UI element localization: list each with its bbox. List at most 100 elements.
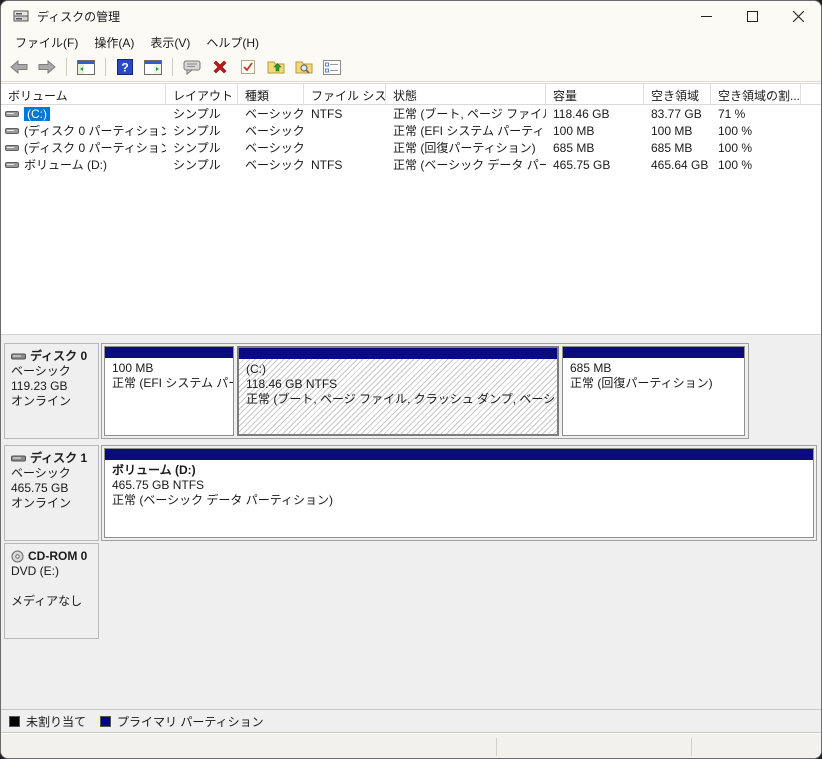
cdrom0-media: メディアなし [11, 594, 94, 609]
volume-capacity: 100 MB [546, 124, 644, 138]
primary-partition-swatch [100, 716, 111, 727]
volume-layout: シンプル [166, 156, 238, 173]
volume-free: 83.77 GB [644, 107, 711, 121]
volume-name-cell: ボリューム (D:) [1, 156, 166, 173]
close-button[interactable] [775, 1, 821, 31]
disk0-status: オンライン [11, 394, 94, 409]
svg-text:?: ? [121, 61, 128, 75]
folder-search-icon[interactable] [292, 56, 316, 78]
disk1-row: ディスク 1 ベーシック 465.75 GB オンライン ボリューム (D:) … [4, 445, 820, 541]
toolbar-separator [66, 58, 67, 76]
menu-action[interactable]: 操作(A) [86, 32, 142, 53]
disk1-status: オンライン [11, 496, 94, 511]
disk1-label-panel[interactable]: ディスク 1 ベーシック 465.75 GB オンライン [4, 445, 99, 541]
disk0-partition-recovery[interactable]: 685 MB 正常 (回復パーティション) [562, 346, 745, 436]
disk0-partition-efi[interactable]: 100 MB 正常 (EFI システム パーテ [104, 346, 234, 436]
folder-upload-icon[interactable] [264, 56, 288, 78]
volume-row-disk0-part1[interactable]: (ディスク 0 パーティション 1) シンプル ベーシック 正常 (EFI シス… [1, 122, 821, 139]
volume-row-c[interactable]: (C:) シンプル ベーシック NTFS 正常 (ブート, ページ ファイル, … [1, 105, 821, 122]
help-icon[interactable]: ? [113, 56, 137, 78]
cdrom0-label-panel[interactable]: CD-ROM 0 DVD (E:) メディアなし [4, 543, 99, 639]
check-task-icon[interactable] [236, 56, 260, 78]
statusbar-separator [691, 738, 692, 756]
maximize-button[interactable] [729, 1, 775, 31]
menu-view[interactable]: 表示(V) [142, 32, 198, 53]
volume-capacity: 118.46 GB [546, 107, 644, 121]
partition-status: 正常 (EFI システム パーテ [112, 376, 233, 391]
legend-bar: 未割り当て プライマリ パーティション [1, 709, 821, 733]
primary-partition-label: プライマリ パーティション [117, 713, 264, 730]
cdrom0-row: CD-ROM 0 DVD (E:) メディアなし [4, 543, 820, 639]
title-bar: ディスクの管理 [1, 1, 821, 31]
partition-color-bar [105, 449, 813, 460]
forward-arrow-icon[interactable] [35, 56, 59, 78]
disk1-type: ベーシック [11, 466, 94, 481]
cdrom0-drive: DVD (E:) [11, 564, 94, 579]
volume-capacity: 685 MB [546, 141, 644, 155]
column-header-volume[interactable]: ボリューム [1, 84, 166, 104]
volume-name: (C:) [24, 107, 50, 121]
show-action-pane-icon[interactable] [141, 56, 165, 78]
column-header-type[interactable]: 種類 [238, 84, 304, 104]
volume-list-header: ボリューム レイアウト 種類 ファイル システム 状態 容量 空き領域 空き領域… [1, 84, 821, 105]
menu-help[interactable]: ヘルプ(H) [198, 32, 267, 53]
volume-layout: シンプル [166, 105, 238, 122]
column-header-filesystem[interactable]: ファイル システム [304, 84, 386, 104]
status-bar [1, 734, 821, 759]
disk0-row: ディスク 0 ベーシック 119.23 GB オンライン 100 MB 正常 (… [4, 343, 820, 439]
toolbar: ? [1, 53, 821, 82]
volume-name: (ディスク 0 パーティション 1) [24, 122, 166, 139]
partition-size: 685 MB [570, 361, 744, 376]
volume-capacity: 465.75 GB [546, 158, 644, 172]
column-header-free[interactable]: 空き領域 [644, 84, 711, 104]
partition-color-bar [239, 348, 557, 359]
column-header-status[interactable]: 状態 [386, 84, 546, 104]
partition-size: 100 MB [112, 361, 233, 376]
volume-name: ボリューム (D:) [24, 156, 107, 173]
volume-free: 100 MB [644, 124, 711, 138]
volume-free-pct: 71 % [711, 107, 801, 121]
column-header-capacity[interactable]: 容量 [546, 84, 644, 104]
partition-size: 118.46 GB NTFS [246, 377, 557, 392]
volume-free-pct: 100 % [711, 158, 801, 172]
disk1-name: ディスク 1 [30, 451, 87, 466]
disk0-partition-c[interactable]: (C:) 118.46 GB NTFS 正常 (ブート, ページ ファイル, ク… [237, 346, 559, 436]
volume-status: 正常 (回復パーティション) [386, 139, 546, 156]
volume-icon [5, 160, 19, 170]
menu-file[interactable]: ファイル(F) [7, 32, 86, 53]
volume-row-d[interactable]: ボリューム (D:) シンプル ベーシック NTFS 正常 (ベーシック データ… [1, 156, 821, 173]
console-message-icon[interactable] [180, 56, 204, 78]
volume-type: ベーシック [238, 156, 304, 173]
partition-status: 正常 (ブート, ページ ファイル, クラッシュ ダンプ, ベーシック データ … [246, 392, 557, 407]
volume-fs: NTFS [304, 158, 386, 172]
disk1-size: 465.75 GB [11, 481, 94, 496]
show-console-tree-icon[interactable] [74, 56, 98, 78]
volume-type: ベーシック [238, 122, 304, 139]
disk-icon [11, 454, 26, 463]
partition-color-bar [563, 347, 744, 358]
volume-type: ベーシック [238, 139, 304, 156]
column-header-free-pct[interactable]: 空き領域の割... [711, 84, 801, 104]
column-header-filler [801, 84, 821, 104]
volume-layout: シンプル [166, 122, 238, 139]
disk1-partition-d[interactable]: ボリューム (D:) 465.75 GB NTFS 正常 (ベーシック データ … [104, 448, 814, 538]
properties-list-icon[interactable] [320, 56, 344, 78]
volume-free: 685 MB [644, 141, 711, 155]
volume-name-cell: (ディスク 0 パーティション 1) [1, 122, 166, 139]
volume-fs: NTFS [304, 107, 386, 121]
volume-name: (ディスク 0 パーティション 4) [24, 139, 166, 156]
back-arrow-icon[interactable] [7, 56, 31, 78]
volume-icon [5, 109, 19, 119]
disk-icon [11, 352, 26, 361]
partition-name: (C:) [246, 362, 557, 377]
minimize-button[interactable] [683, 1, 729, 31]
unallocated-label: 未割り当て [26, 713, 86, 730]
volume-status: 正常 (EFI システム パーティショ... [386, 122, 546, 139]
volume-row-disk0-part4[interactable]: (ディスク 0 パーティション 4) シンプル ベーシック 正常 (回復パーティ… [1, 139, 821, 156]
column-header-layout[interactable]: レイアウト [166, 84, 238, 104]
volume-name-cell: (ディスク 0 パーティション 4) [1, 139, 166, 156]
toolbar-separator [105, 58, 106, 76]
disk0-label-panel[interactable]: ディスク 0 ベーシック 119.23 GB オンライン [4, 343, 99, 439]
delete-icon[interactable] [208, 56, 232, 78]
volume-icon [5, 143, 19, 153]
